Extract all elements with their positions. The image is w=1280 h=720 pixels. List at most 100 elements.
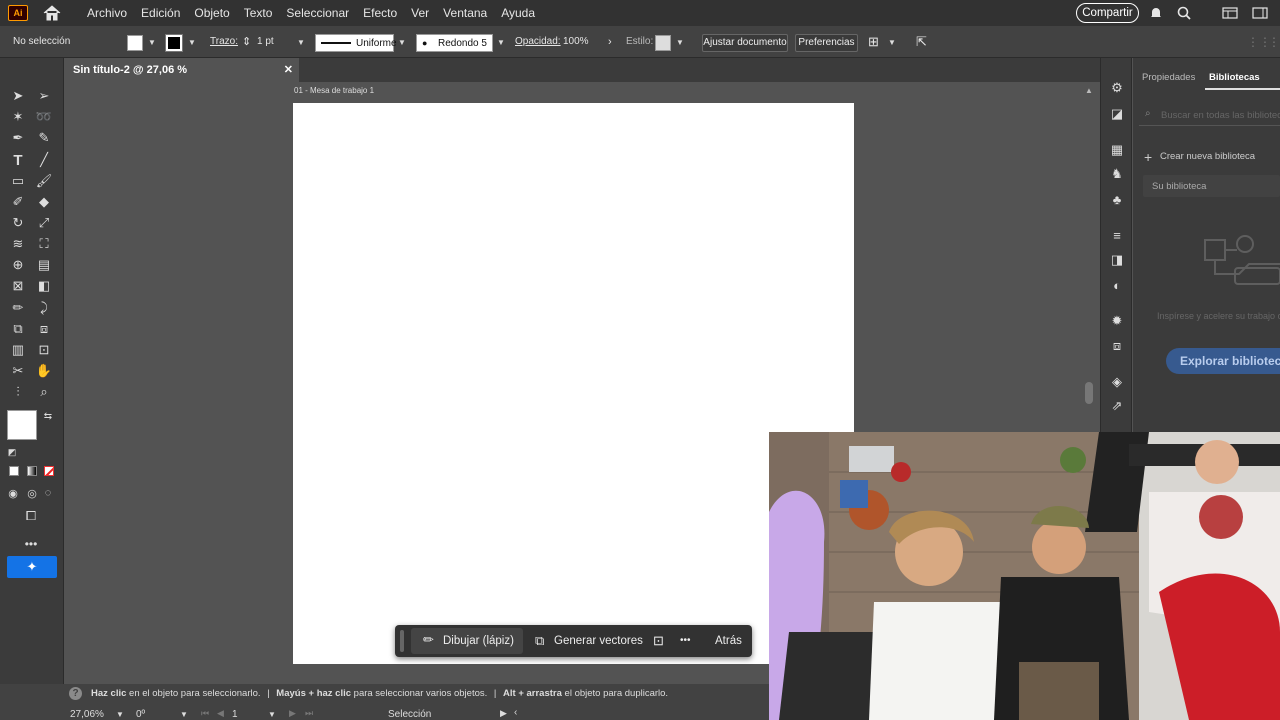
stroke-color-dropdown-icon[interactable]: ▼ [188, 38, 196, 47]
status-collapse-icon[interactable]: ‹ [514, 707, 517, 718]
appearance-icon[interactable]: ✹ [1108, 313, 1126, 329]
eyedropper-alt-icon[interactable]: ⤸ [34, 298, 54, 318]
menu-archivo[interactable]: Archivo [80, 0, 134, 26]
workspace-icon[interactable] [1222, 7, 1238, 19]
style-swatch[interactable] [655, 35, 671, 51]
next-artboard-icon[interactable]: ▶ [289, 708, 296, 719]
plus-icon[interactable]: + [1144, 149, 1152, 165]
first-artboard-icon[interactable]: ⏮ [201, 708, 209, 719]
stroke-profile-select[interactable]: Uniforme [315, 34, 397, 52]
menu-ver[interactable]: Ver [404, 0, 436, 26]
symbol-sprayer-icon[interactable]: ⧈ [34, 319, 54, 339]
tab-properties[interactable]: Propiedades [1142, 72, 1195, 83]
zoom-dropdown-icon[interactable]: ▼ [116, 710, 124, 719]
artboard-tool-icon[interactable]: ⊡ [34, 340, 54, 360]
paintbrush-tool-icon[interactable]: 🖌 [34, 171, 54, 191]
menu-efecto[interactable]: Efecto [356, 0, 404, 26]
stroke-panel-icon[interactable]: ≡ [1108, 227, 1126, 243]
more-grid-icon[interactable]: ⋮ [1268, 26, 1280, 58]
share-button[interactable]: Compartir [1076, 3, 1139, 23]
mesh-tool-icon[interactable]: ⊠ [8, 276, 28, 296]
shaper-tool-icon[interactable]: ✐ [8, 192, 28, 212]
document-tab[interactable]: Sin título-2 @ 27,06 % (CMYK/Previsualiz… [65, 58, 299, 100]
fill-dropdown-icon[interactable]: ▼ [148, 38, 156, 47]
zoom-field[interactable]: 27,06% [70, 709, 104, 720]
hand-tool-icon[interactable]: ✋ [34, 361, 54, 381]
stroke-swatch[interactable] [165, 34, 183, 52]
line-tool-icon[interactable]: ╱ [34, 150, 54, 170]
rotation-field[interactable]: 0º [136, 709, 145, 720]
create-library-button[interactable]: Crear nueva biblioteca [1160, 151, 1255, 162]
home-icon[interactable] [42, 4, 62, 22]
menu-ventana[interactable]: Ventana [436, 0, 494, 26]
curvature-tool-icon[interactable]: ✎ [34, 128, 54, 148]
explore-libraries-button[interactable]: Explorar bibliotecas [1166, 348, 1280, 374]
panel-layout-icon[interactable] [1252, 7, 1268, 19]
graphic-styles-icon[interactable]: ⧈ [1108, 338, 1126, 354]
none-mode-icon[interactable] [44, 466, 54, 476]
close-icon[interactable]: ✕ [284, 58, 293, 82]
default-colors-icon[interactable]: ◩ [2, 442, 22, 462]
last-artboard-icon[interactable]: ⏭ [305, 708, 313, 719]
stroke-label[interactable]: Trazo: [210, 26, 238, 58]
draw-pencil-button[interactable]: ✏ Dibujar (lápiz) [411, 628, 523, 654]
blend-tool-icon[interactable]: ⧉ [8, 319, 28, 339]
export-icon[interactable]: ⇱ [916, 26, 927, 58]
artboard-dropdown-icon[interactable]: ▼ [268, 710, 276, 719]
rectangle-tool-icon[interactable]: ▭ [8, 171, 28, 191]
eraser-tool-icon[interactable]: ◆ [34, 192, 54, 212]
draw-normal-icon[interactable]: ◉ [3, 483, 23, 503]
fit-document-button[interactable]: Ajustar documento [702, 34, 788, 52]
export-asset-icon[interactable]: ⇗ [1108, 398, 1126, 414]
back-button[interactable]: Atrás [715, 625, 742, 657]
puppet-icon[interactable]: ♞ [1108, 166, 1126, 182]
properties-icon[interactable]: ▦ [1108, 142, 1126, 158]
color-mode-icon[interactable] [9, 466, 19, 476]
align-icon[interactable]: ⊞ [868, 26, 879, 58]
edit-toolbar-icon[interactable]: ••• [21, 534, 41, 554]
align-dropdown-icon[interactable]: ▼ [888, 38, 896, 47]
slice-tool-icon[interactable]: ✂ [8, 361, 28, 381]
prev-artboard-icon[interactable]: ◀ [217, 708, 224, 719]
stroke-weight-value[interactable]: 1 pt [257, 26, 274, 58]
lasso-tool-icon[interactable]: ➿ [34, 107, 54, 127]
opacity-label[interactable]: Opacidad: [515, 26, 561, 58]
brush-select[interactable]: ● Redondo 5 ... [416, 34, 493, 65]
perspective-grid-icon[interactable]: ▤ [34, 255, 54, 275]
brush-dropdown-icon[interactable]: ▼ [497, 38, 505, 47]
search-icon[interactable] [1177, 6, 1191, 20]
align-tool-icon[interactable]: ⫶ [8, 382, 28, 402]
opacity-value[interactable]: 100% [563, 26, 589, 58]
opacity-arrow-icon[interactable]: › [608, 26, 612, 58]
gradient-mode-icon[interactable] [27, 466, 37, 476]
pen-tool-icon[interactable]: ✒ [8, 128, 28, 148]
menu-edicion[interactable]: Edición [134, 0, 187, 26]
layers-icon[interactable]: ◈ [1108, 374, 1126, 390]
menu-texto[interactable]: Texto [237, 0, 280, 26]
menu-seleccionar[interactable]: Seleccionar [279, 0, 356, 26]
tab-libraries[interactable]: Bibliotecas [1209, 72, 1260, 83]
more-options-button[interactable]: ••• [680, 625, 691, 657]
zoom-tool-icon[interactable]: ⌕ [34, 382, 54, 402]
drag-handle[interactable] [400, 630, 404, 652]
stroke-weight-dropdown-icon[interactable]: ▼ [297, 38, 305, 47]
library-select[interactable]: Su biblioteca [1143, 175, 1280, 197]
screen-mode-icon[interactable]: ⧠ [21, 506, 41, 526]
bell-icon[interactable] [1149, 6, 1163, 20]
fill-swatch[interactable] [127, 35, 143, 51]
gradient-panel-icon[interactable]: ◨ [1108, 252, 1126, 268]
draw-inside-icon[interactable]: ◌ [38, 483, 58, 503]
warp-tool-icon[interactable]: ≋ [8, 234, 28, 254]
menu-ayuda[interactable]: Ayuda [494, 0, 542, 26]
generative-button[interactable]: ✦ [7, 556, 57, 578]
eyedropper-icon[interactable]: ✏ [8, 298, 28, 318]
symbols-icon[interactable]: ♣ [1108, 191, 1126, 207]
artboard-number-field[interactable]: 1 [232, 709, 238, 720]
scroll-thumb[interactable] [1085, 382, 1093, 404]
help-icon[interactable]: ? [69, 687, 82, 700]
generate-vectors-icon[interactable]: ⧉ [535, 625, 544, 657]
scroll-up-icon[interactable]: ▲ [1085, 86, 1093, 95]
magic-wand-icon[interactable]: ✶ [8, 107, 28, 127]
swap-colors-icon[interactable]: ⇆ [38, 406, 58, 426]
rotate-tool-icon[interactable]: ↻ [8, 213, 28, 233]
